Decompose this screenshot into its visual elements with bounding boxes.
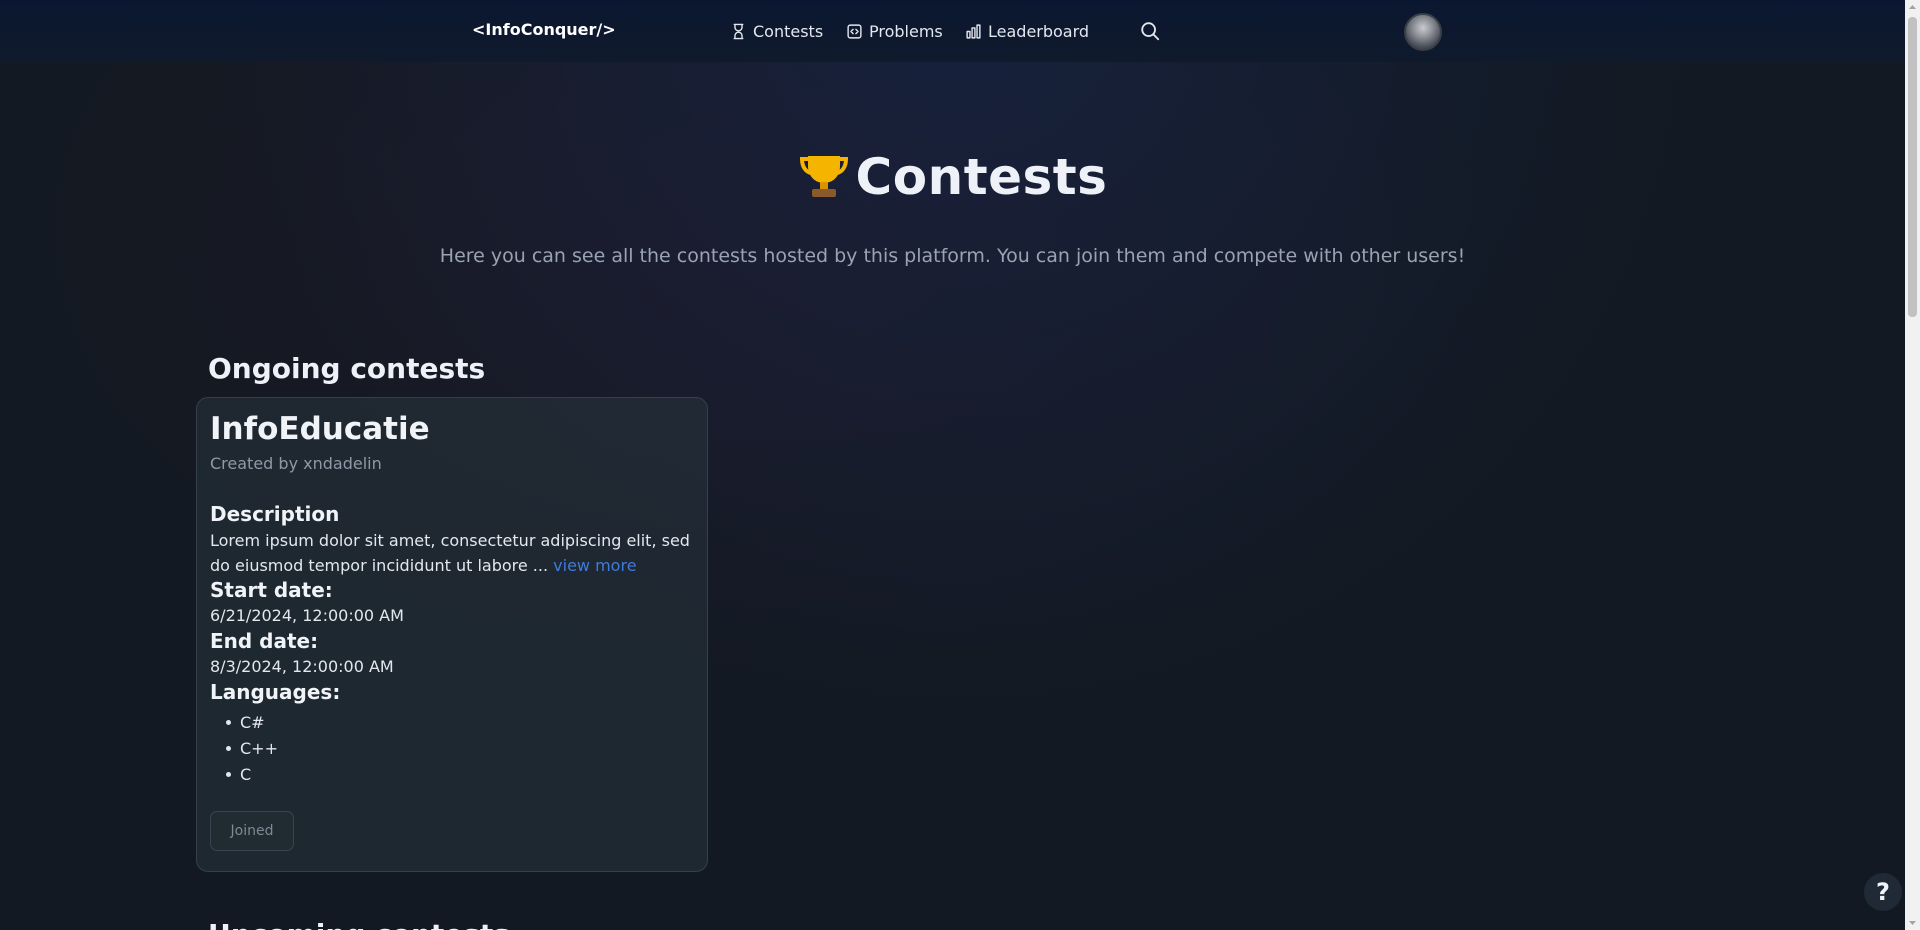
search-icon[interactable] xyxy=(1139,20,1161,42)
help-button[interactable]: ? xyxy=(1864,873,1902,911)
contest-description: Lorem ipsum dolor sit amet, consectetur … xyxy=(210,528,694,578)
nav-leaderboard[interactable]: Leaderboard xyxy=(965,18,1089,44)
contest-author: Created by xndadelin xyxy=(210,453,382,473)
nav-problems-label: Problems xyxy=(869,21,943,41)
description-label: Description xyxy=(210,501,340,526)
brand-logo[interactable]: <InfoConquer/> xyxy=(472,20,616,39)
section-ongoing-title: Ongoing contests xyxy=(208,352,486,385)
hourglass-icon xyxy=(733,23,744,39)
language-item: C xyxy=(226,762,694,788)
scrollbar-thumb[interactable] xyxy=(1908,17,1917,317)
start-date-value: 6/21/2024, 12:00:00 AM xyxy=(210,605,404,625)
scrollbar[interactable] xyxy=(1905,0,1920,930)
nav-leaderboard-label: Leaderboard xyxy=(988,21,1090,41)
contest-title: InfoEducatie xyxy=(210,411,430,447)
languages-list: C# C++ C xyxy=(226,710,694,788)
scroll-down-icon[interactable] xyxy=(1905,915,1920,930)
nav-problems[interactable]: Problems xyxy=(846,18,943,44)
language-item: C# xyxy=(226,710,694,736)
user-avatar[interactable] xyxy=(1404,13,1442,51)
language-item: C++ xyxy=(226,736,694,762)
navbar: <InfoConquer/> Contests Problems Leaderb… xyxy=(0,0,1905,62)
page-title-text: Contests xyxy=(855,148,1108,206)
end-date-value: 8/3/2024, 12:00:00 AM xyxy=(210,656,394,676)
view-more-link[interactable]: view more xyxy=(553,556,636,575)
code-icon xyxy=(847,23,862,39)
bar-chart-icon xyxy=(966,23,981,39)
nav-contests[interactable]: Contests xyxy=(730,18,823,44)
page-title: Contests xyxy=(0,148,1905,212)
joined-button[interactable]: Joined xyxy=(210,810,294,851)
start-date-label: Start date: xyxy=(210,577,333,602)
contest-card: InfoEducatie Created by xndadelin Descri… xyxy=(196,397,708,872)
scroll-up-icon[interactable] xyxy=(1905,0,1920,15)
section-upcoming-title: Upcoming contests xyxy=(208,918,510,930)
languages-label: Languages: xyxy=(210,679,341,704)
page: <InfoConquer/> Contests Problems Leaderb… xyxy=(0,0,1920,930)
page-subtitle: Here you can see all the contests hosted… xyxy=(439,245,1466,267)
trophy-icon xyxy=(798,148,850,212)
end-date-label: End date: xyxy=(210,628,319,653)
nav-contests-label: Contests xyxy=(753,21,824,41)
